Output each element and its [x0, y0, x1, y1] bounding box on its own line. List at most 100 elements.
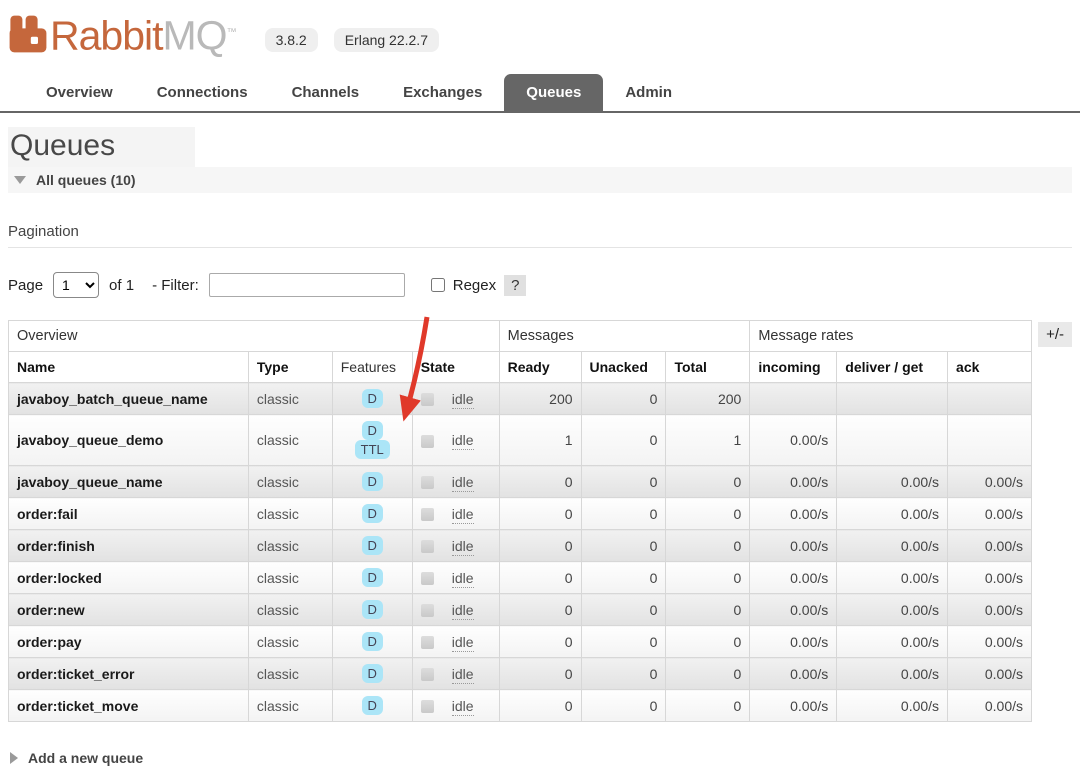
cell-unacked: 0: [581, 530, 666, 562]
tab-connections[interactable]: Connections: [135, 74, 270, 111]
state-label: idle: [452, 432, 474, 450]
cell-ready: 0: [499, 466, 581, 498]
queue-name-link[interactable]: order:new: [17, 602, 85, 618]
all-queues-label: All queues (10): [36, 172, 136, 188]
col-header-unacked[interactable]: Unacked: [581, 352, 666, 383]
cell-unacked: 0: [581, 594, 666, 626]
queue-name-link[interactable]: order:fail: [17, 506, 78, 522]
queue-name-cell: order:locked: [9, 562, 249, 594]
app-header: RabbitMQ™ 3.8.2 Erlang 22.2.7: [0, 0, 1080, 58]
queue-name-cell: order:fail: [9, 498, 249, 530]
queue-state-cell: idle: [412, 498, 499, 530]
table-row: order:lockedclassicDidle0000.00/s0.00/s0…: [9, 562, 1032, 594]
table-row: order:newclassicDidle0000.00/s0.00/s0.00…: [9, 594, 1032, 626]
tab-overview[interactable]: Overview: [24, 74, 135, 111]
group-header-overview: Overview: [9, 321, 500, 352]
col-header-name[interactable]: Name: [9, 352, 249, 383]
cell-deliver-get: 0.00/s: [837, 466, 948, 498]
queue-name-link[interactable]: javaboy_queue_demo: [17, 432, 163, 448]
filter-input[interactable]: [209, 273, 405, 297]
regex-help-button[interactable]: ?: [504, 275, 526, 296]
rabbitmq-rabbit-icon: [8, 10, 48, 58]
expand-triangle-icon: [10, 752, 18, 764]
cell-unacked: 0: [581, 466, 666, 498]
cell-deliver-get: [837, 415, 948, 466]
col-header-type[interactable]: Type: [248, 352, 332, 383]
queue-features-cell: D: [332, 594, 412, 626]
regex-label: Regex: [453, 277, 496, 294]
tab-queues[interactable]: Queues: [504, 74, 603, 111]
state-label: idle: [452, 634, 474, 652]
queue-type-cell: classic: [248, 594, 332, 626]
queue-state-cell: idle: [412, 594, 499, 626]
cell-ready: 0: [499, 690, 581, 722]
filter-label: - Filter:: [152, 277, 199, 294]
queue-features-cell: D: [332, 562, 412, 594]
queue-features-cell: D: [332, 466, 412, 498]
queue-name-cell: order:ticket_error: [9, 658, 249, 690]
table-row: order:finishclassicDidle0000.00/s0.00/s0…: [9, 530, 1032, 562]
regex-checkbox[interactable]: [431, 278, 445, 292]
rabbitmq-logo[interactable]: RabbitMQ™: [8, 10, 237, 58]
cell-incoming: 0.00/s: [750, 690, 837, 722]
col-header-ready[interactable]: Ready: [499, 352, 581, 383]
add-queue-label: Add a new queue: [28, 750, 143, 766]
table-row: order:ticket_moveclassicDidle0000.00/s0.…: [9, 690, 1032, 722]
queue-name-link[interactable]: javaboy_queue_name: [17, 474, 163, 490]
cell-ready: 0: [499, 626, 581, 658]
queue-state-cell: idle: [412, 530, 499, 562]
cell-unacked: 0: [581, 415, 666, 466]
queue-features-cell: D: [332, 658, 412, 690]
cell-deliver-get: 0.00/s: [837, 562, 948, 594]
cell-ack: 0.00/s: [948, 530, 1032, 562]
queue-state-cell: idle: [412, 690, 499, 722]
column-toggle-button[interactable]: +/-: [1038, 322, 1072, 347]
queue-name-link[interactable]: order:locked: [17, 570, 102, 586]
queue-name-link[interactable]: order:ticket_move: [17, 698, 138, 714]
col-header-deliver-get[interactable]: deliver / get: [837, 352, 948, 383]
state-indicator-box: [421, 508, 434, 521]
state-label: idle: [452, 570, 474, 588]
table-row: javaboy_batch_queue_nameclassicDidle2000…: [9, 383, 1032, 415]
queue-name-link[interactable]: javaboy_batch_queue_name: [17, 391, 208, 407]
cell-ack: 0.00/s: [948, 594, 1032, 626]
cell-incoming: 0.00/s: [750, 466, 837, 498]
state-indicator-box: [421, 540, 434, 553]
col-header-state[interactable]: State: [412, 352, 499, 383]
state-label: idle: [452, 474, 474, 492]
cell-incoming: [750, 383, 837, 415]
state-indicator-box: [421, 668, 434, 681]
queue-type-cell: classic: [248, 466, 332, 498]
add-new-queue-toggle[interactable]: Add a new queue: [8, 750, 1072, 766]
queue-state-cell: idle: [412, 658, 499, 690]
erlang-version-badge: Erlang 22.2.7: [334, 28, 439, 52]
col-header-total[interactable]: Total: [666, 352, 750, 383]
queue-type-cell: classic: [248, 658, 332, 690]
cell-incoming: 0.00/s: [750, 498, 837, 530]
brand-rabbit-text: Rabbit: [50, 13, 163, 59]
queue-name-cell: order:finish: [9, 530, 249, 562]
tab-channels[interactable]: Channels: [270, 74, 382, 111]
queue-name-link[interactable]: order:finish: [17, 538, 95, 554]
tab-exchanges[interactable]: Exchanges: [381, 74, 504, 111]
queue-name-link[interactable]: order:ticket_error: [17, 666, 135, 682]
queue-type-cell: classic: [248, 626, 332, 658]
tab-admin[interactable]: Admin: [603, 74, 694, 111]
queue-state-cell: idle: [412, 626, 499, 658]
pagination-heading: Pagination: [8, 223, 1072, 248]
state-label: idle: [452, 391, 474, 409]
page-select[interactable]: 1: [53, 272, 99, 298]
col-header-incoming[interactable]: incoming: [750, 352, 837, 383]
col-header-ack[interactable]: ack: [948, 352, 1032, 383]
state-label: idle: [452, 666, 474, 684]
all-queues-section-toggle[interactable]: All queues (10): [8, 167, 1072, 193]
cell-total: 0: [666, 626, 750, 658]
cell-ready: 0: [499, 594, 581, 626]
cell-ready: 0: [499, 530, 581, 562]
queue-name-cell: javaboy_queue_demo: [9, 415, 249, 466]
feature-badge-d: D: [362, 568, 383, 587]
queue-name-link[interactable]: order:pay: [17, 634, 82, 650]
table-row: order:ticket_errorclassicDidle0000.00/s0…: [9, 658, 1032, 690]
table-row: order:failclassicDidle0000.00/s0.00/s0.0…: [9, 498, 1032, 530]
queues-table: Overview Messages Message rates Name Typ…: [8, 320, 1032, 722]
